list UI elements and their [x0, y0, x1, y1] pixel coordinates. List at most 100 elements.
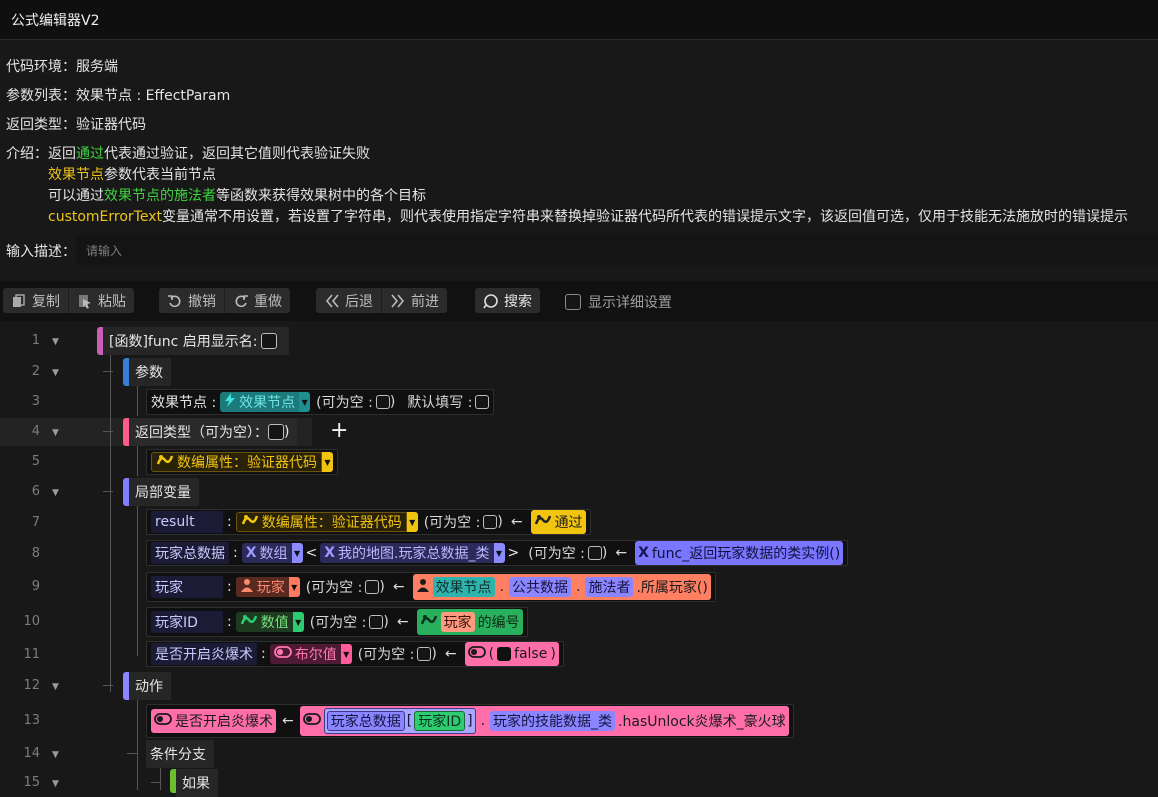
- forward-button[interactable]: 前进: [382, 288, 447, 313]
- line-number: 14: [23, 746, 40, 761]
- var-name-input[interactable]: 玩家ID: [151, 611, 223, 633]
- redo-button[interactable]: 重做: [225, 288, 290, 313]
- clipboard-group: 复制 粘贴: [3, 288, 134, 313]
- fold-arrow[interactable]: ▼: [52, 779, 59, 789]
- navigation-group: 后退 前进: [316, 288, 447, 313]
- redo-icon: [233, 293, 249, 309]
- branch-section[interactable]: 条件分支: [146, 740, 214, 768]
- assignment-row[interactable]: 是否开启炎爆术 ← 玩家总数据 [ 玩家ID ] . 玩家的技能数据_类 .ha…: [146, 704, 794, 738]
- display-name-checkbox[interactable]: [261, 333, 278, 349]
- chevron-down-icon[interactable]: ▼: [493, 543, 505, 563]
- locals-section[interactable]: 局部变量: [129, 478, 199, 506]
- copy-button[interactable]: 复制: [3, 288, 69, 313]
- fold-arrow[interactable]: ▼: [52, 337, 59, 347]
- player-icon: [240, 578, 254, 596]
- line-number: 9: [31, 579, 40, 594]
- return-type-chip[interactable]: 数编属性：验证器代码: [151, 452, 322, 472]
- params-section[interactable]: 参数: [129, 358, 171, 386]
- chevron-down-icon[interactable]: ▼: [292, 612, 304, 632]
- nullable-checkbox[interactable]: [483, 515, 498, 529]
- return-type-section[interactable]: 返回类型（可为空）： ): [129, 418, 298, 446]
- tree-line: [137, 446, 138, 476]
- local-var-row[interactable]: 玩家ID : 数值 ▼ (可为空 : ) ← 玩家 的编号: [146, 607, 528, 637]
- undo-button[interactable]: 撤销: [159, 288, 225, 313]
- paste-button[interactable]: 粘贴: [69, 288, 134, 313]
- bool-value-checkbox[interactable]: [497, 647, 512, 661]
- chevron-down-icon[interactable]: ▼: [322, 452, 333, 472]
- var-type-chip[interactable]: 数值: [235, 612, 293, 632]
- description-input[interactable]: 请输入: [76, 235, 1158, 265]
- search-button[interactable]: 搜索: [475, 288, 540, 313]
- nullable-checkbox[interactable]: [417, 647, 432, 661]
- var-name-input[interactable]: 玩家总数据: [151, 542, 229, 564]
- value-expression[interactable]: 玩家总数据 [ 玩家ID ] . 玩家的技能数据_类 .hasUnlock炎爆术…: [299, 706, 789, 736]
- chevron-down-icon[interactable]: ▼: [291, 543, 303, 563]
- generic-type-chip[interactable]: 𝗫 我的地图.玩家总数据_类: [320, 543, 494, 563]
- value-expression[interactable]: 通过: [530, 510, 586, 534]
- chevron-down-icon[interactable]: ▼: [299, 392, 311, 412]
- var-name-input[interactable]: result: [151, 511, 223, 533]
- fold-arrow[interactable]: ▼: [52, 682, 59, 692]
- expr-part[interactable]: 玩家的技能数据_类: [490, 711, 616, 731]
- param-type-chip[interactable]: 效果节点: [220, 392, 300, 412]
- description-label: 输入描述：: [6, 244, 76, 260]
- player-icon: [416, 578, 430, 596]
- params-line: 参数列表：效果节点 : EffectParam: [6, 88, 231, 104]
- back-icon: [324, 293, 340, 309]
- local-var-row[interactable]: 玩家总数据 : 𝗫 数组 ▼ < 𝗫 我的地图.玩家总数据_类 ▼ > (可为空…: [146, 540, 849, 566]
- expr-part[interactable]: 玩家: [440, 612, 475, 632]
- fold-arrow[interactable]: ▼: [52, 428, 59, 438]
- value-expression[interactable]: 效果节点 . 公共数据 . 施法者 .所属玩家(): [412, 574, 711, 600]
- nullable-checkbox[interactable]: [587, 546, 602, 560]
- copy-icon: [11, 293, 27, 309]
- actions-section[interactable]: 动作: [129, 672, 171, 700]
- chevron-down-icon[interactable]: ▼: [340, 644, 352, 664]
- tree-line: [103, 491, 113, 492]
- line-number: 10: [23, 614, 40, 629]
- fold-arrow[interactable]: ▼: [52, 750, 59, 760]
- var-name-input[interactable]: 玩家: [151, 576, 223, 598]
- expr-part[interactable]: 公共数据: [509, 577, 572, 597]
- return-value-decl[interactable]: 数编属性：验证器代码 ▼: [146, 449, 338, 475]
- nullable-checkbox[interactable]: [375, 395, 390, 409]
- local-var-row[interactable]: 玩家 : 玩家 ▼ (可为空 : ) ← 效果节点 . 公共数据 . 施法者 .…: [146, 572, 716, 602]
- fold-arrow[interactable]: ▼: [52, 488, 59, 498]
- back-button[interactable]: 后退: [316, 288, 382, 313]
- nullable-checkbox[interactable]: [369, 615, 384, 629]
- var-type-chip[interactable]: 玩家: [235, 577, 289, 597]
- search-group: 搜索: [475, 288, 540, 313]
- assign-target[interactable]: 是否开启炎爆术: [151, 709, 276, 733]
- window-title: 公式编辑器V2: [11, 13, 100, 29]
- var-type-chip[interactable]: 布尔值: [269, 644, 341, 664]
- plus-icon[interactable]: +: [330, 420, 348, 442]
- param-decl[interactable]: 效果节点 : 效果节点 ▼ (可为空 : ) 默认填写 :: [146, 389, 495, 415]
- return-nullable-checkbox[interactable]: [268, 424, 284, 440]
- tree-line: [103, 371, 113, 372]
- nullable-checkbox[interactable]: [365, 580, 380, 594]
- default-fill-checkbox[interactable]: [475, 395, 490, 409]
- expr-part[interactable]: 玩家ID: [414, 711, 466, 731]
- chevron-down-icon[interactable]: ▼: [288, 577, 300, 597]
- var-name-input[interactable]: 是否开启炎爆术: [151, 643, 257, 665]
- variable-icon: 𝗫: [638, 545, 649, 561]
- local-var-row[interactable]: 是否开启炎爆术 : 布尔值 ▼ (可为空 : ) ← ( false ): [146, 641, 564, 667]
- index-expression[interactable]: 玩家总数据 [ 玩家ID ]: [323, 708, 476, 734]
- value-expression[interactable]: ( false ): [464, 642, 559, 666]
- value-expression[interactable]: 玩家 的编号: [416, 609, 523, 635]
- function-header[interactable]: [函数]func 启用显示名:: [103, 327, 290, 355]
- expr-part[interactable]: 玩家总数据: [326, 711, 405, 731]
- expr-part[interactable]: 效果节点: [432, 577, 495, 597]
- expr-part[interactable]: 施法者: [585, 577, 634, 597]
- line-number: 12: [23, 678, 40, 693]
- value-expression[interactable]: 𝗫 func_返回玩家数据的类实例(): [635, 541, 844, 565]
- var-type-chip[interactable]: 𝗫 数组: [241, 543, 292, 563]
- local-var-row[interactable]: result : 数编属性：验证器代码 ▼ (可为空 : ) ← 通过: [146, 509, 591, 535]
- var-type-chip[interactable]: 数编属性：验证器代码: [235, 512, 407, 532]
- tree-line: [103, 685, 113, 686]
- detail-checkbox[interactable]: [565, 294, 581, 310]
- search-icon: [483, 293, 499, 309]
- fold-arrow[interactable]: ▼: [52, 368, 59, 378]
- if-section[interactable]: 如果: [176, 769, 218, 797]
- detail-toggle[interactable]: 显示详细设置: [565, 292, 672, 312]
- chevron-down-icon[interactable]: ▼: [406, 512, 418, 532]
